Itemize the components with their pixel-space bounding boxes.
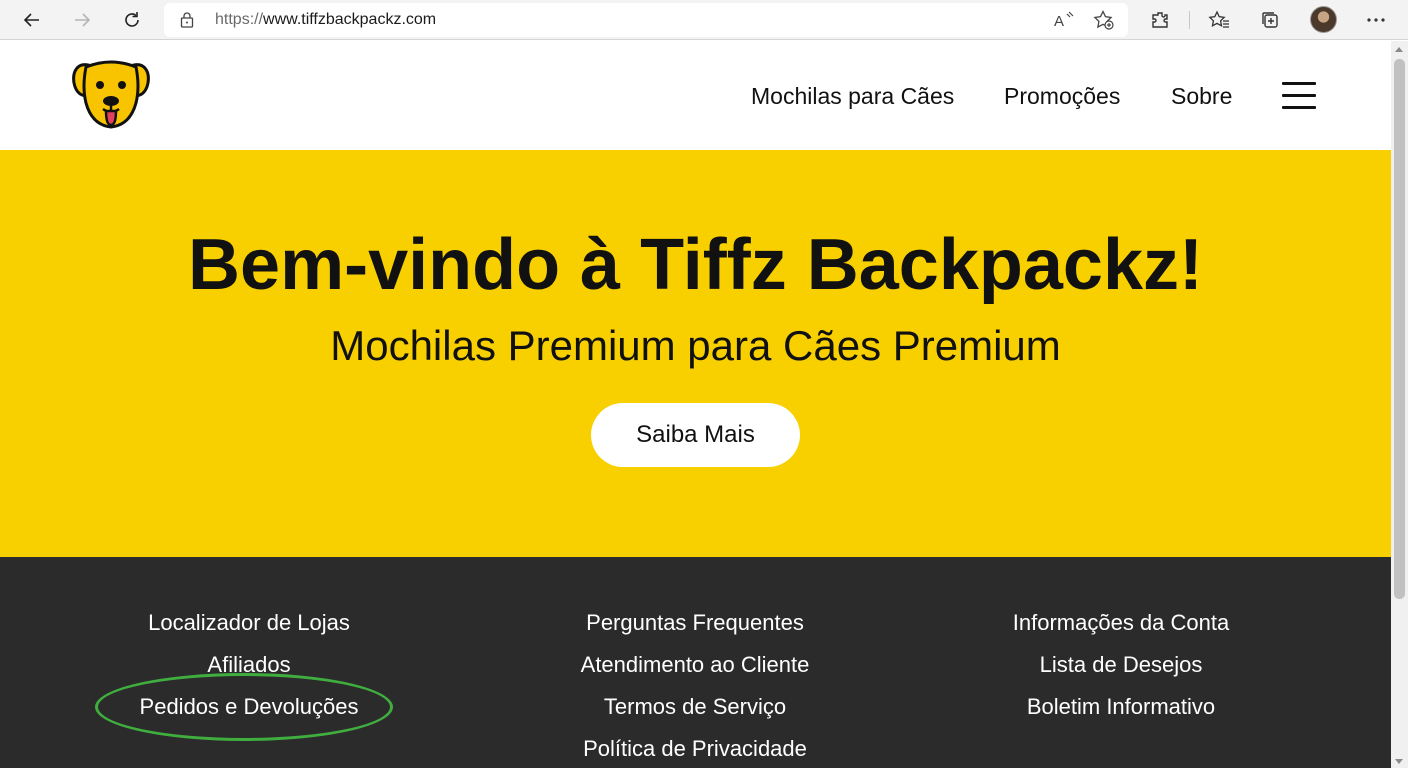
footer-link-store-locator[interactable]: Localizador de Lojas: [39, 605, 459, 647]
url-host: www.tiffzbackpackz.com: [263, 11, 437, 28]
footer-link-account-info[interactable]: Informações da Conta: [911, 605, 1331, 647]
url-text[interactable]: https://www.tiffzbackpackz.com: [215, 11, 436, 29]
site-header: Mochilas para Cães Promoções Sobre: [0, 41, 1391, 150]
hamburger-menu-icon[interactable]: [1282, 82, 1318, 110]
nav-link-about[interactable]: Sobre: [1171, 83, 1232, 110]
footer-link-wishlist[interactable]: Lista de Desejos: [911, 647, 1331, 689]
lock-icon[interactable]: [180, 11, 194, 33]
nav-link-promotions[interactable]: Promoções: [1004, 83, 1120, 110]
url-protocol: https://: [215, 11, 264, 28]
hero-subtitle: Mochilas Premium para Cães Premium: [330, 322, 1061, 369]
address-bar[interactable]: https://www.tiffzbackpackz.com A: [164, 3, 1128, 37]
favorites-icon[interactable]: [1203, 4, 1235, 36]
browser-toolbar: https://www.tiffzbackpackz.com A: [0, 0, 1408, 40]
footer-link-terms-of-service[interactable]: Termos de Serviço: [485, 689, 905, 731]
hero-title: Bem-vindo à Tiffz Backpackz!: [188, 225, 1203, 305]
profile-avatar[interactable]: [1310, 6, 1337, 33]
footer-column-1: Localizador de Lojas Afiliados Pedidos e…: [39, 605, 459, 731]
learn-more-button[interactable]: Saiba Mais: [591, 403, 800, 467]
toolbar-separator: [1189, 11, 1190, 29]
scroll-down-arrow-icon[interactable]: [1395, 759, 1403, 764]
hero-banner: Bem-vindo à Tiffz Backpackz! Mochilas Pr…: [0, 150, 1391, 557]
footer-column-2: Perguntas Frequentes Atendimento ao Clie…: [485, 605, 905, 768]
read-aloud-icon[interactable]: A: [1050, 7, 1078, 33]
footer-link-orders-returns[interactable]: Pedidos e Devoluções: [39, 689, 459, 731]
footer-link-affiliates[interactable]: Afiliados: [39, 647, 459, 689]
footer-link-privacy-policy[interactable]: Política de Privacidade: [485, 731, 905, 768]
page-scrollbar[interactable]: [1391, 41, 1408, 768]
forward-arrow-icon[interactable]: [66, 4, 98, 36]
site-footer: Localizador de Lojas Afiliados Pedidos e…: [0, 557, 1391, 768]
more-menu-icon[interactable]: [1360, 4, 1392, 36]
back-arrow-icon[interactable]: [16, 4, 48, 36]
footer-link-customer-service[interactable]: Atendimento ao Cliente: [485, 647, 905, 689]
add-favorite-icon[interactable]: [1090, 7, 1118, 33]
svg-text:A: A: [1054, 13, 1064, 29]
footer-column-3: Informações da Conta Lista de Desejos Bo…: [911, 605, 1331, 731]
extensions-icon[interactable]: [1144, 4, 1176, 36]
nav-link-dog-backpacks[interactable]: Mochilas para Cães: [751, 83, 954, 110]
dog-logo[interactable]: [70, 57, 152, 140]
collections-icon[interactable]: [1254, 4, 1286, 36]
footer-link-faq[interactable]: Perguntas Frequentes: [485, 605, 905, 647]
page-viewport: Mochilas para Cães Promoções Sobre Bem-v…: [0, 41, 1391, 768]
footer-link-newsletter[interactable]: Boletim Informativo: [911, 689, 1331, 731]
scroll-up-arrow-icon[interactable]: [1395, 47, 1403, 52]
scroll-thumb[interactable]: [1394, 59, 1405, 599]
refresh-icon[interactable]: [116, 4, 148, 36]
